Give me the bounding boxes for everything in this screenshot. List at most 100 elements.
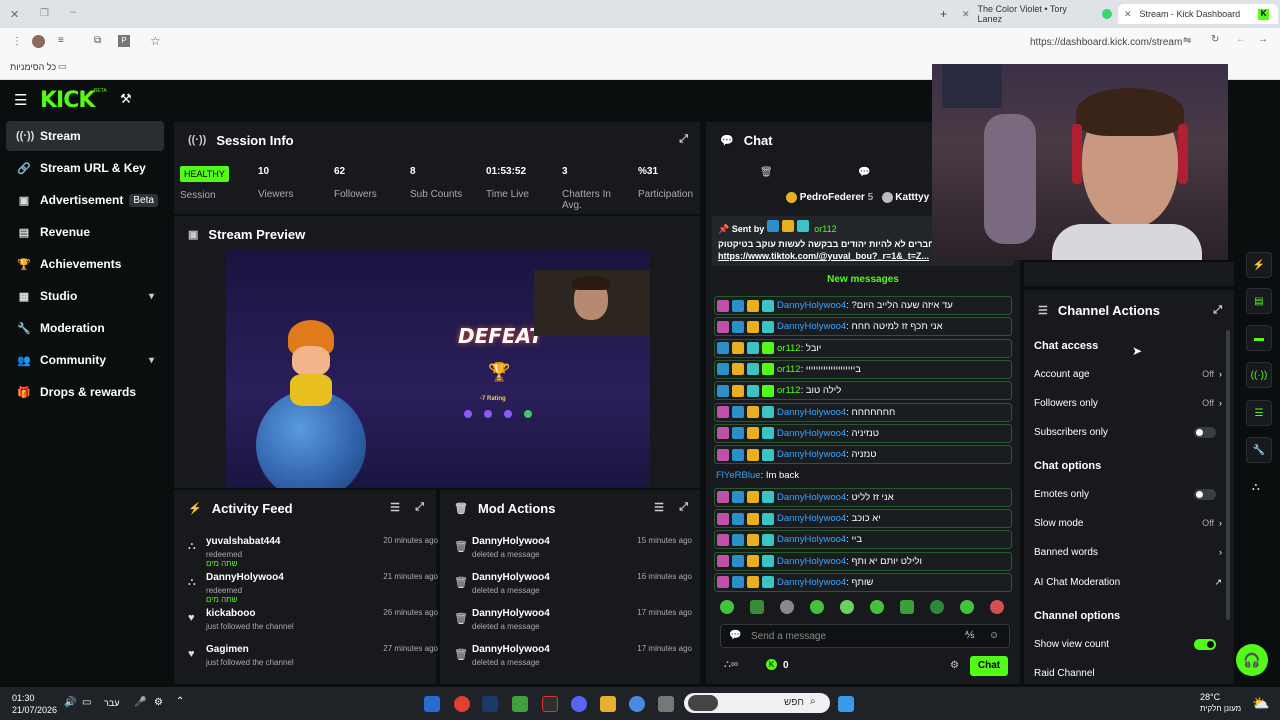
chrome-icon[interactable]	[454, 696, 470, 712]
obs-icon[interactable]	[542, 696, 558, 712]
chat-username[interactable]: DannyHolywoo4	[777, 428, 846, 439]
filter-icon[interactable]: ☰	[654, 501, 664, 514]
discord-icon[interactable]	[571, 696, 587, 712]
settings-gear-icon[interactable]: ⚙	[950, 660, 959, 671]
tab-tory-lanez[interactable]: ✕ The Color Violet • Tory Lanez	[962, 4, 1112, 24]
taskbar-search[interactable]: חפש ⌕	[684, 693, 830, 713]
steam-app-icon[interactable]	[424, 696, 440, 712]
profile-avatar[interactable]	[32, 35, 45, 48]
chat-username[interactable]: DannyHolywoo4	[777, 407, 846, 418]
emoji-icon[interactable]: ☺	[989, 630, 999, 641]
weather-temp[interactable]: 28°C	[1200, 692, 1220, 702]
minimize-window-icon[interactable]: –	[70, 6, 76, 18]
rail-broadcast-button[interactable]: ((·))	[1246, 362, 1272, 388]
chat-message[interactable]: DannyHolywoo4: עד איזה שעה הלייב היום?	[714, 296, 1012, 315]
steam-icon[interactable]	[482, 696, 498, 712]
sidebar-item-achievements[interactable]: 🏆 Achievements	[6, 249, 164, 279]
chat-bubble-icon[interactable]: 💬	[858, 167, 870, 178]
emote-icon[interactable]	[870, 600, 884, 614]
sidebar-item-stream[interactable]: ((·)) Stream	[6, 121, 164, 151]
expand-icon[interactable]: ⤢	[1213, 304, 1222, 317]
expand-icon[interactable]: ⤢	[679, 501, 688, 514]
trash-icon[interactable]: 🗑	[760, 167, 773, 178]
chat-username[interactable]: or112	[777, 343, 801, 354]
sidebar-item-studio[interactable]: ▦ Studio ▾	[6, 281, 164, 311]
new-tab-icon[interactable]: +	[940, 7, 947, 21]
expand-icon[interactable]: ⤢	[415, 501, 424, 514]
sidebar-item-stream-url[interactable]: 🔗 Stream URL & Key	[6, 153, 164, 183]
task-view-icon[interactable]	[658, 696, 674, 712]
chat-username[interactable]: FlYeRBlue	[716, 470, 761, 481]
account-age-row[interactable]: Account age Off ›	[1034, 364, 1222, 384]
emote-icon[interactable]	[900, 600, 914, 614]
file-explorer-icon[interactable]	[600, 696, 616, 712]
sidebar-item-community[interactable]: 👥 Community ▾	[6, 345, 164, 375]
ai-moderation-row[interactable]: AI Chat Moderation ↗	[1034, 572, 1222, 592]
back-icon[interactable]: →	[1258, 34, 1268, 45]
rail-wrench-button[interactable]: 🔧	[1246, 437, 1272, 463]
chat-username[interactable]: DannyHolywoo4	[777, 492, 846, 503]
chat-message[interactable]: DannyHolywoo4: טנזיניה	[714, 423, 1012, 443]
settings-icon[interactable]: ⚙	[154, 697, 163, 708]
chat-username[interactable]: DannyHolywoo4	[777, 577, 846, 588]
chat-username[interactable]: DannyHolywoo4	[777, 300, 846, 311]
chat-username[interactable]: DannyHolywoo4	[777, 556, 846, 567]
chat-message[interactable]: DannyHolywoo4: ביי	[714, 530, 1012, 550]
sidebar-item-advertisement[interactable]: ▣ Advertisement Beta	[6, 185, 164, 215]
chat-message[interactable]: DannyHolywoo4: חחחחחחח	[714, 402, 1012, 422]
chat-message[interactable]: DannyHolywoo4: ולילט יותם יא ותף	[714, 551, 1012, 571]
followers-only-row[interactable]: Followers only Off ›	[1034, 393, 1222, 413]
playlist-icon[interactable]: ≡	[58, 35, 64, 46]
stream-video[interactable]: DEFEAT 🏆 -7 Rating	[226, 250, 650, 488]
chat-username[interactable]: DannyHolywoo4	[777, 534, 846, 545]
address-bar[interactable]: https://dashboard.kick.com/stream	[1030, 37, 1182, 48]
extension-p-icon[interactable]: P	[118, 35, 130, 47]
emote-icon[interactable]	[930, 600, 944, 614]
emote-icon[interactable]	[780, 600, 794, 614]
users-icon[interactable]: ⛬∞	[724, 659, 738, 670]
emote-icon[interactable]	[990, 600, 1004, 614]
chat-username[interactable]: or112	[777, 364, 801, 375]
subscribers-only-toggle[interactable]	[1194, 426, 1216, 438]
kick-logo[interactable]: KICK	[40, 88, 95, 113]
chat-message[interactable]: or112: לילה טוב	[714, 381, 1012, 401]
chat-message[interactable]: DannyHolywoo4: אני זז לליט	[714, 487, 1012, 507]
volume-icon[interactable]: 🔊	[64, 697, 76, 708]
weather-text[interactable]: מעונן חלקית	[1200, 704, 1241, 713]
windows-start-icon[interactable]	[838, 696, 854, 712]
chat-message[interactable]: DannyHolywoo4: יא כוכב	[714, 509, 1012, 528]
language-indicator[interactable]: עבר	[104, 698, 119, 708]
new-messages-divider[interactable]: New messages	[712, 274, 1014, 285]
emote-icon[interactable]	[960, 600, 974, 614]
minecraft-icon[interactable]	[512, 696, 528, 712]
sidebar-item-moderation[interactable]: 🔧 Moderation	[6, 313, 164, 343]
send-chat-button[interactable]: Chat	[970, 656, 1008, 676]
chevron-up-icon[interactable]: ⌃	[176, 696, 184, 707]
chrome-icon[interactable]	[629, 696, 645, 712]
show-view-count-toggle[interactable]	[1194, 638, 1216, 650]
chat-username[interactable]: DannyHolywoo4	[777, 449, 846, 460]
menu-dots-icon[interactable]: ⋮	[12, 36, 22, 47]
forward-icon[interactable]: ←	[1236, 34, 1246, 45]
chat-username[interactable]: or112	[777, 385, 801, 396]
expand-icon[interactable]: ⤢	[679, 133, 688, 146]
bookmark-star-icon[interactable]: ☆	[150, 34, 161, 48]
chat-message[interactable]: DannyHolywoo4: אני תכף זז למיטה חחח	[714, 317, 1012, 337]
emote-icon[interactable]	[840, 600, 854, 614]
emote-icon[interactable]	[750, 600, 764, 614]
network-icon[interactable]: ▭	[82, 697, 91, 708]
close-window-icon[interactable]: ✕	[10, 8, 19, 21]
site-settings-icon[interactable]: ⇋	[1183, 35, 1191, 46]
reload-icon[interactable]: ↻	[1211, 34, 1219, 45]
all-bookmarks-label[interactable]: כל הסימניות	[10, 62, 56, 72]
chat-message[interactable]: DannyHolywoo4: טנזניה	[714, 445, 1012, 465]
restore-window-icon[interactable]: ❐	[40, 8, 49, 19]
chat-username[interactable]: DannyHolywoo4	[777, 321, 846, 332]
chat-message[interactable]: or112: יובל	[714, 338, 1012, 358]
hamburger-menu-icon[interactable]: ☰	[14, 91, 27, 109]
users-icon[interactable]: ⛬	[1252, 481, 1260, 494]
tab-kick-dashboard[interactable]: ✕ Stream - Kick Dashboard K	[1118, 4, 1278, 24]
rail-list-button[interactable]: ☰	[1246, 400, 1272, 426]
emote-icon[interactable]	[810, 600, 824, 614]
rail-document-button[interactable]: ▤	[1246, 288, 1272, 314]
